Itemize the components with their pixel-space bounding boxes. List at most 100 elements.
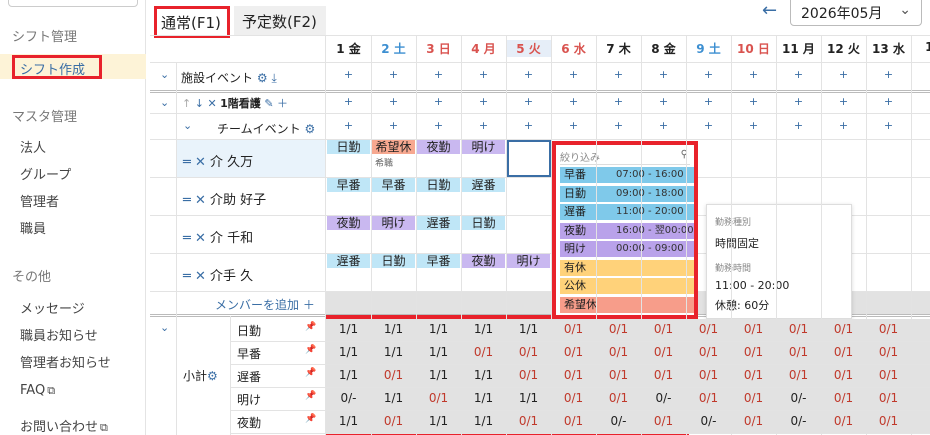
shift-option[interactable]: 早番 07:00 - 16:00 bbox=[560, 167, 694, 183]
add-facility-event-button[interactable]: + bbox=[596, 68, 641, 81]
add-team-event-button[interactable]: + bbox=[596, 119, 641, 132]
add-team-event-button[interactable]: + bbox=[866, 119, 911, 132]
remove-icon[interactable]: ✕ bbox=[195, 155, 206, 170]
sidebar-item-contact[interactable]: お問い合わせ ⧉ bbox=[20, 416, 108, 435]
sidebar-top-box[interactable] bbox=[8, 0, 138, 7]
shift-cell[interactable]: 明け bbox=[507, 254, 550, 268]
add-team-event-button[interactable]: + bbox=[551, 119, 596, 132]
add-team-event-button[interactable]: + bbox=[776, 119, 821, 132]
add-team-event-button[interactable]: + bbox=[416, 119, 461, 132]
sidebar-item-corp[interactable]: 法人 bbox=[20, 137, 46, 156]
shift-option[interactable]: 公休 bbox=[560, 278, 694, 294]
shift-cell[interactable]: 明け bbox=[462, 140, 505, 154]
back-arrow-icon[interactable]: ← bbox=[762, 0, 777, 21]
arrow-up-icon[interactable]: ↑ bbox=[182, 97, 191, 110]
add-team-event-button[interactable]: + bbox=[641, 119, 686, 132]
sidebar-item-staff-notice[interactable]: 職員お知らせ bbox=[20, 325, 98, 344]
add-facility-event-button[interactable]: + bbox=[461, 68, 506, 81]
drag-handle-icon[interactable]: ═ bbox=[183, 269, 191, 284]
shift-cell[interactable]: 夜勤 bbox=[417, 140, 460, 154]
add-group-event-button[interactable]: + bbox=[326, 95, 371, 108]
add-facility-event-button[interactable]: + bbox=[686, 68, 731, 81]
staff-row-0[interactable]: ═ ✕ 介 久万 bbox=[183, 151, 253, 170]
pin-icon[interactable]: 📌 bbox=[305, 414, 316, 424]
sidebar-item-admin-notice[interactable]: 管理者お知らせ bbox=[20, 352, 111, 371]
add-group-event-button[interactable]: + bbox=[596, 95, 641, 108]
shift-cell[interactable]: 遅番 bbox=[462, 178, 505, 192]
add-team-event-button[interactable]: + bbox=[326, 119, 371, 132]
staff-row-3[interactable]: ═ ✕ 介手 久 bbox=[183, 265, 253, 284]
edit-icon[interactable]: ✎ bbox=[264, 97, 273, 110]
add-team-event-button[interactable]: + bbox=[911, 119, 930, 132]
shift-cell[interactable]: 早番 bbox=[372, 178, 415, 192]
shift-cell[interactable]: 夜勤 bbox=[462, 254, 505, 268]
shift-cell[interactable]: 希望休 bbox=[372, 140, 415, 154]
add-team-event-button[interactable]: + bbox=[371, 119, 416, 132]
add-facility-event-button[interactable]: + bbox=[911, 68, 930, 81]
remove-icon[interactable]: ✕ bbox=[195, 193, 206, 208]
shift-cell[interactable]: 日勤 bbox=[327, 140, 370, 154]
add-facility-event-button[interactable]: + bbox=[416, 68, 461, 81]
shift-option[interactable]: 遅番 11:00 - 20:00 bbox=[560, 204, 694, 220]
tab-planned[interactable]: 予定数(F2) bbox=[234, 6, 326, 36]
arrow-down-icon[interactable]: ↓ bbox=[195, 97, 204, 110]
remove-icon[interactable]: ✕ bbox=[195, 269, 206, 284]
download-icon[interactable]: ⤓ bbox=[271, 71, 276, 85]
add-facility-event-button[interactable]: + bbox=[776, 68, 821, 81]
drag-handle-icon[interactable]: ═ bbox=[183, 231, 191, 246]
add-group-event-button[interactable]: + bbox=[506, 95, 551, 108]
shift-option[interactable]: 夜勤 16:00 - 翌00:00 bbox=[560, 222, 694, 239]
remove-icon[interactable]: ✕ bbox=[195, 231, 206, 246]
drag-handle-icon[interactable]: ═ bbox=[183, 193, 191, 208]
staff-row-2[interactable]: ═ ✕ 介 千和 bbox=[183, 227, 253, 246]
add-group-event-button[interactable]: + bbox=[551, 95, 596, 108]
shift-cell[interactable]: 日勤 bbox=[417, 178, 460, 192]
add-team-event-button[interactable]: + bbox=[686, 119, 731, 132]
add-facility-event-button[interactable]: + bbox=[866, 68, 911, 81]
add-team-event-button[interactable]: + bbox=[821, 119, 866, 132]
shift-option[interactable]: 希望休 bbox=[560, 296, 694, 313]
sidebar-item-staff[interactable]: 職員 bbox=[20, 218, 46, 237]
pin-icon[interactable]: 📌 bbox=[305, 322, 316, 332]
add-group-event-button[interactable]: + bbox=[686, 95, 731, 108]
add-group-event-button[interactable]: + bbox=[866, 95, 911, 108]
add-team-event-button[interactable]: + bbox=[506, 119, 551, 132]
add-team-event-button[interactable]: + bbox=[461, 119, 506, 132]
selected-cell[interactable] bbox=[507, 140, 551, 177]
add-facility-event-button[interactable]: + bbox=[371, 68, 416, 81]
add-group-event-button[interactable]: + bbox=[776, 95, 821, 108]
sidebar-item-group[interactable]: グループ bbox=[20, 164, 71, 183]
collapse-icon[interactable]: ⌄ bbox=[183, 119, 192, 132]
pin-icon[interactable]: 📌 bbox=[305, 345, 316, 355]
add-facility-event-button[interactable]: + bbox=[731, 68, 776, 81]
add-facility-event-button[interactable]: + bbox=[551, 68, 596, 81]
gear-icon[interactable]: ⚙ bbox=[304, 122, 315, 136]
add-group-event-button[interactable]: + bbox=[461, 95, 506, 108]
drag-handle-icon[interactable]: ═ bbox=[183, 155, 191, 170]
add-team-event-button[interactable]: + bbox=[731, 119, 776, 132]
sidebar-item-admin[interactable]: 管理者 bbox=[20, 191, 59, 210]
collapse-icon[interactable]: ⌄ bbox=[160, 68, 169, 81]
collapse-icon[interactable]: ⌄ bbox=[160, 96, 169, 109]
month-select[interactable]: 2026年05月 ⌄ bbox=[790, 0, 922, 26]
add-group-event-button[interactable]: + bbox=[911, 95, 930, 108]
add-group-event-button[interactable]: + bbox=[821, 95, 866, 108]
add-facility-event-button[interactable]: + bbox=[641, 68, 686, 81]
shift-cell[interactable]: 日勤 bbox=[372, 254, 415, 268]
pin-icon[interactable]: 📌 bbox=[305, 368, 316, 378]
shift-option[interactable]: 有休 bbox=[560, 259, 694, 276]
shift-option[interactable]: 日勤 09:00 - 18:00 bbox=[560, 185, 694, 202]
collapse-icon[interactable]: ⌄ bbox=[160, 321, 169, 334]
shift-cell[interactable]: 早番 bbox=[327, 178, 370, 192]
add-group-event-button[interactable]: + bbox=[641, 95, 686, 108]
tab-normal[interactable]: 通常(F1) bbox=[154, 6, 230, 38]
shift-cell[interactable]: 夜勤 bbox=[327, 216, 370, 230]
sidebar-item-faq[interactable]: FAQ ⧉ bbox=[20, 383, 55, 398]
shift-cell[interactable]: 明け bbox=[372, 216, 415, 230]
shift-cell[interactable]: 早番 bbox=[417, 254, 460, 268]
gear-icon[interactable]: ⚙ bbox=[207, 369, 218, 383]
shift-search-input[interactable]: 絞り込み ⚲ bbox=[560, 149, 690, 165]
add-member-link[interactable]: メンバーを追加 ＋ bbox=[215, 296, 315, 313]
add-group-event-button[interactable]: + bbox=[371, 95, 416, 108]
shift-cell[interactable]: 日勤 bbox=[462, 216, 505, 230]
